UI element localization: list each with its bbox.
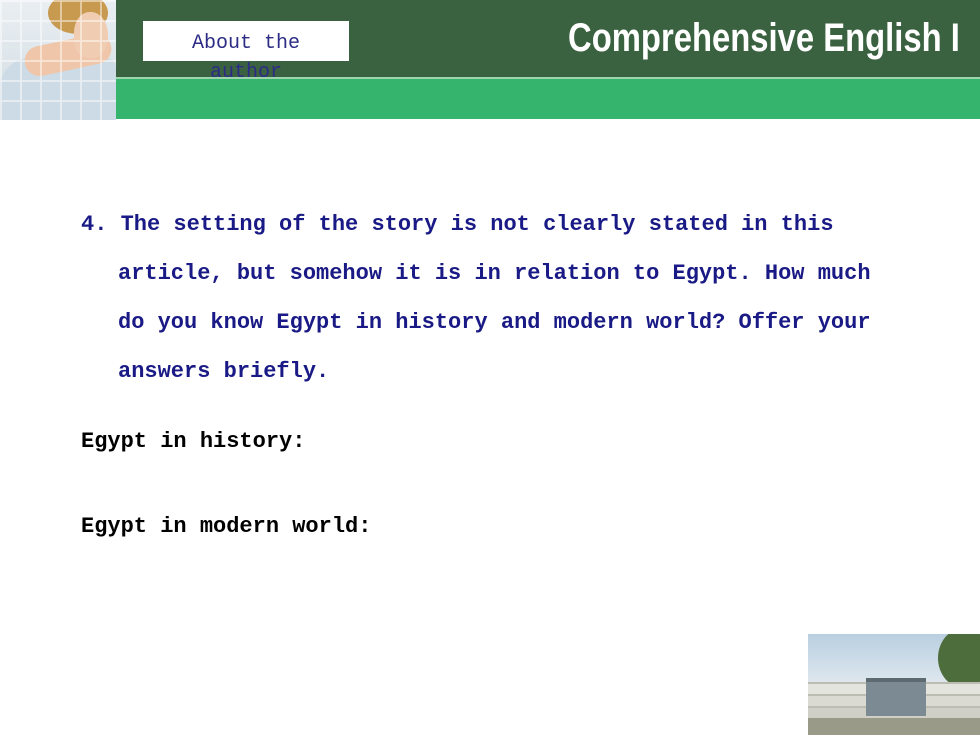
building-photo <box>808 634 980 735</box>
woman-photo <box>0 0 116 120</box>
question-line-3: do you know Egypt in history and modern … <box>118 310 871 335</box>
question-line-4: answers briefly. <box>118 359 330 384</box>
slide-header: About the author Comprehensive English I <box>0 0 980 120</box>
question-4: 4. The setting of the story is not clear… <box>81 200 893 396</box>
course-title: Comprehensive English I <box>568 16 960 60</box>
about-button-line-1: About the <box>191 32 301 55</box>
about-the-author-button[interactable]: About the author <box>143 21 349 84</box>
egypt-in-modern-world-label: Egypt in modern world: <box>81 514 372 539</box>
egypt-in-history-label: Egypt in history: <box>81 429 306 454</box>
question-line-1: 4. The setting of the story is not clear… <box>81 212 834 237</box>
question-line-2: article, but somehow it is in relation t… <box>118 261 871 286</box>
about-button-line-2: author <box>209 61 282 84</box>
